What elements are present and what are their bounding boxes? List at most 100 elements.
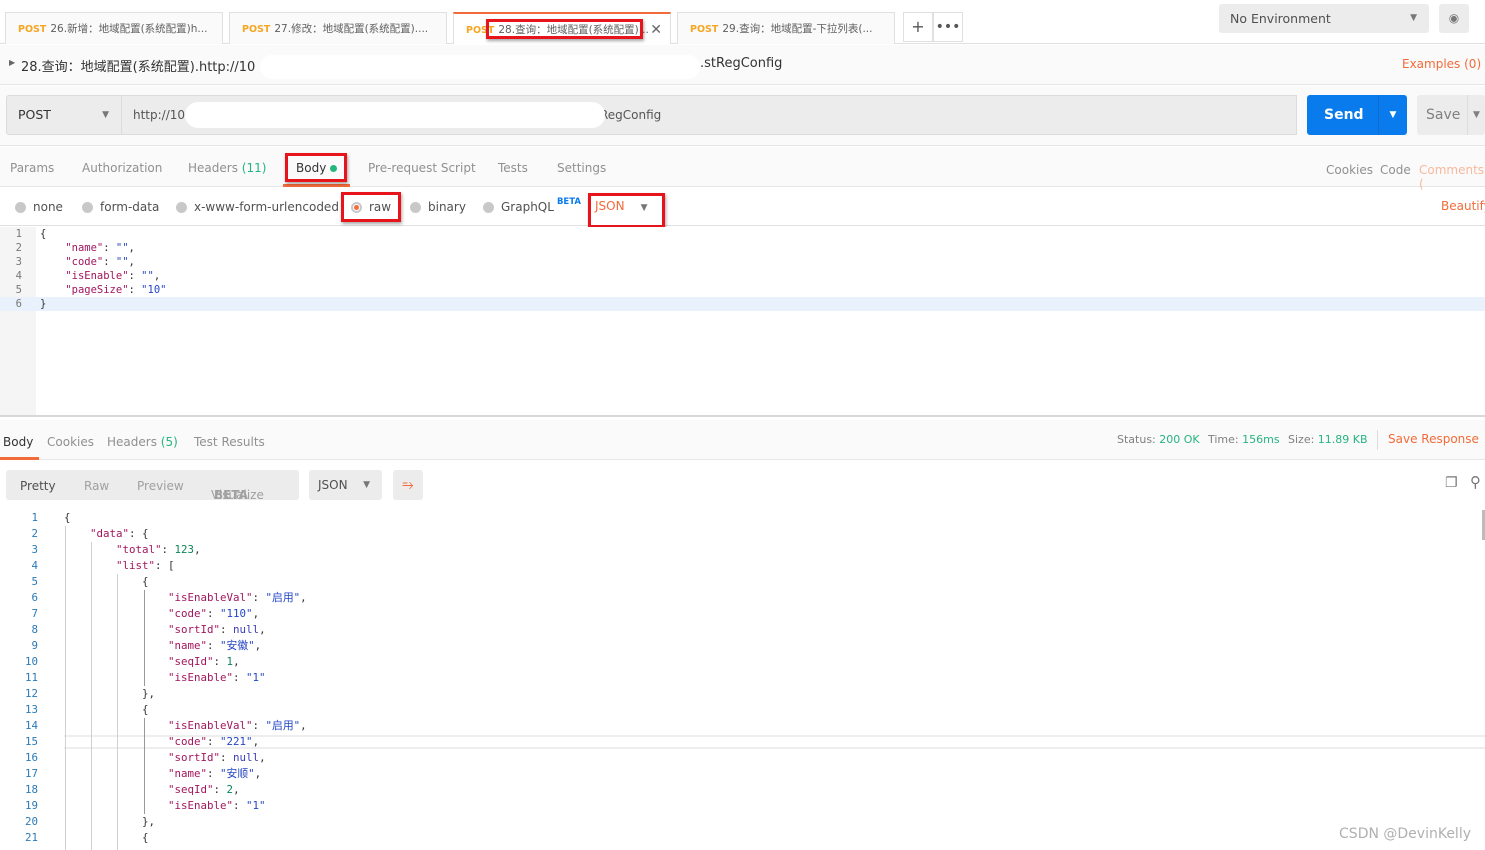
radio-binary[interactable]: binary <box>410 200 466 214</box>
tab-authorization[interactable]: Authorization <box>82 161 162 175</box>
save-button[interactable]: Save ▼ <box>1417 95 1485 135</box>
tab-tests[interactable]: Tests <box>498 161 528 175</box>
code-token: : <box>207 735 221 748</box>
response-tabs: Body Cookies Headers (5) Test Results St… <box>0 420 1485 460</box>
tab-settings[interactable]: Settings <box>557 161 606 175</box>
code-line: 21 { <box>0 830 1485 846</box>
resp-tab-test-results[interactable]: Test Results <box>194 435 265 449</box>
code-token: 123 <box>174 543 195 556</box>
code-token: "1" <box>246 799 266 812</box>
code-token: , <box>252 735 260 748</box>
save-response-button[interactable]: Save Response <box>1388 432 1479 446</box>
code-token: : <box>207 607 221 620</box>
code-token: "110" <box>220 607 253 620</box>
radio-graphql[interactable]: GraphQL BETA <box>483 197 581 214</box>
code-token: , <box>254 767 262 780</box>
code-line: 9 "name": "安徽", <box>0 638 1485 654</box>
examples-link[interactable]: Examples (0) <box>1402 57 1481 71</box>
send-button[interactable]: Send ▼ <box>1307 95 1407 135</box>
code-line: 7 "code": "110", <box>0 606 1485 622</box>
radio-form-data[interactable]: form-data <box>82 200 159 214</box>
code-token: : <box>220 751 234 764</box>
chevron-down-icon: ▼ <box>1410 13 1417 23</box>
redaction <box>185 102 605 128</box>
code-link[interactable]: Code <box>1380 163 1411 177</box>
wrap-lines-icon[interactable]: ⥱ <box>393 470 423 500</box>
code-token: "221" <box>220 735 253 748</box>
request-tab-27[interactable]: POST 27.修改：地域配置(系统配置).... <box>229 12 447 44</box>
code-token: "安顺" <box>220 767 255 780</box>
line-number: 19 <box>24 799 38 812</box>
code-line: 1{ <box>0 227 1485 241</box>
code-token: "" <box>115 242 129 254</box>
code-token: "" <box>115 256 129 268</box>
cookies-link[interactable]: Cookies <box>1326 163 1373 177</box>
resp-tab-body[interactable]: Body <box>3 435 33 449</box>
line-number: 12 <box>24 687 38 700</box>
code-token: "isEnableVal" <box>168 719 253 732</box>
code-token: "pageSize" <box>65 284 129 296</box>
eye-icon[interactable]: ◉ <box>1439 4 1469 33</box>
tab-params[interactable]: Params <box>10 161 54 175</box>
response-body-viewer[interactable]: 1{2 "data": {3 "total": 123, 4 "list": [5… <box>0 510 1485 850</box>
caret-right-icon[interactable]: ▶ <box>9 58 15 67</box>
new-tab-plus-icon[interactable]: + <box>903 12 933 42</box>
watermark: CSDN @DevinKelly <box>1339 826 1471 842</box>
code-token: , <box>254 639 262 652</box>
response-toolbar: Pretty Raw Preview Visualize BETA JSON ▼ ⥱… <box>0 461 1485 505</box>
line-number: 21 <box>24 831 38 844</box>
resp-tab-headers[interactable]: Headers (5) <box>107 435 178 449</box>
line-number: 11 <box>24 671 38 684</box>
active-tab-underline <box>0 457 39 460</box>
response-format-select[interactable]: JSON ▼ <box>309 470 382 500</box>
line-number: 1 <box>15 228 22 240</box>
environment-select[interactable]: No Environment ▼ <box>1219 4 1429 33</box>
line-number: 18 <box>24 783 38 796</box>
close-tab-icon[interactable]: ✕ <box>650 14 662 44</box>
radio-urlencoded[interactable]: x-www-form-urlencoded <box>176 200 339 214</box>
radio-none[interactable]: none <box>15 200 63 214</box>
beautify-link[interactable]: Beautify <box>1441 199 1485 213</box>
code-token: , <box>194 543 201 556</box>
code-token: : <box>207 767 221 780</box>
code-token: null <box>233 751 260 764</box>
request-tab-26[interactable]: POST 26.新增：地域配置(系统配置)h... <box>5 12 223 44</box>
tab-headers[interactable]: Headers (11) <box>188 161 266 175</box>
tab-pre-request-script[interactable]: Pre-request Script <box>368 161 476 175</box>
line-number: 5 <box>15 284 22 296</box>
code-token: "seqId" <box>168 783 214 796</box>
highlight-box-tab <box>486 19 643 39</box>
code-token: , <box>300 719 307 732</box>
method-select[interactable]: POST ▼ <box>6 95 122 135</box>
view-pretty[interactable]: Pretty <box>20 479 56 493</box>
comments-link[interactable]: Comments ( <box>1419 163 1485 191</box>
search-icon[interactable]: ⚲ <box>1470 473 1481 491</box>
code-token: "1" <box>246 671 266 684</box>
view-raw[interactable]: Raw <box>84 479 109 493</box>
line-number: 4 <box>15 270 22 282</box>
line-number: 17 <box>24 767 38 780</box>
view-preview[interactable]: Preview <box>137 479 184 493</box>
code-token: : <box>128 284 142 296</box>
line-number: 16 <box>24 751 38 764</box>
request-title-end: .stRegConfig <box>700 56 783 71</box>
request-body-editor[interactable]: 1{2 "name": "", 3 "code": "", 4 "isEnable"… <box>0 227 1485 417</box>
line-number: 14 <box>24 719 38 732</box>
more-tabs-icon[interactable]: ••• <box>933 12 963 42</box>
code-token: null <box>233 623 260 636</box>
resp-tab-cookies[interactable]: Cookies <box>47 435 94 449</box>
send-dropdown-icon[interactable]: ▼ <box>1378 95 1407 135</box>
code-token: }, <box>64 687 156 700</box>
line-number: 9 <box>31 639 38 652</box>
copy-icon[interactable]: ❐ <box>1445 475 1458 491</box>
save-dropdown-icon[interactable]: ▼ <box>1467 95 1485 135</box>
request-tab-29[interactable]: POST 29.查询：地域配置-下拉列表(... <box>677 12 895 44</box>
chevron-down-icon: ▼ <box>363 480 370 490</box>
line-number: 7 <box>31 607 38 620</box>
divider <box>1377 430 1378 450</box>
